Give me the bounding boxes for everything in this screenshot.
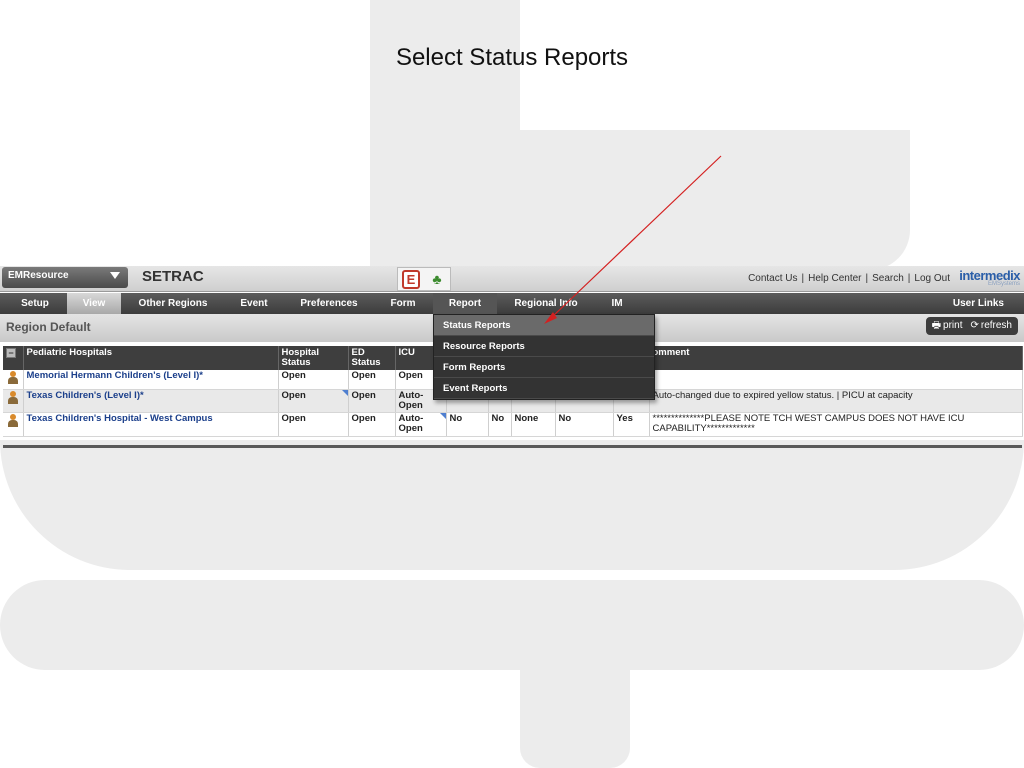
arrow-line xyxy=(550,155,722,319)
slide: Select Status Reports EMResource SETRAC … xyxy=(0,0,1024,768)
annotation-arrow-icon xyxy=(544,155,722,324)
